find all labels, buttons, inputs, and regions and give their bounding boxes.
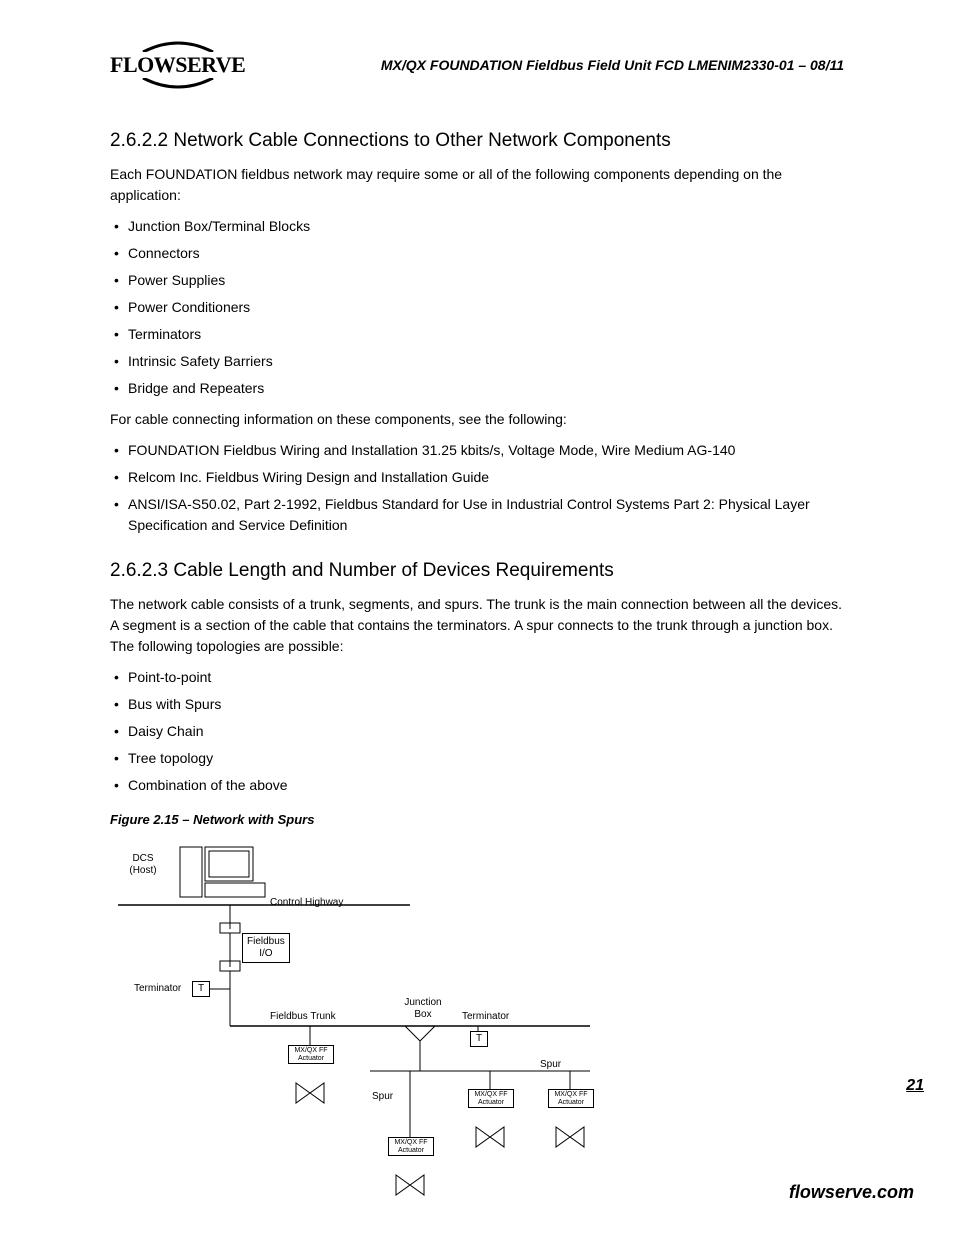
t-box-left: T	[192, 981, 210, 997]
page-header: FLOWSERVE MX/QX FOUNDATION Fieldbus Fiel…	[110, 40, 844, 90]
section1-intro: Each FOUNDATION fieldbus network may req…	[110, 164, 844, 206]
network-diagram: DCS (Host) Control Highway Fieldbus I/O …	[110, 841, 630, 1211]
actuator-box-2: MX/QX FFActuator	[468, 1089, 514, 1108]
list-item: Connectors	[128, 243, 844, 264]
dcs-label: DCS (Host)	[118, 853, 168, 877]
list-item: Bridge and Repeaters	[128, 378, 844, 399]
section-heading-2623: 2.6.2.3 Cable Length and Number of Devic…	[110, 560, 844, 582]
spur-label-1: Spur	[540, 1059, 561, 1071]
section-heading-2622: 2.6.2.2 Network Cable Connections to Oth…	[110, 130, 844, 152]
list-item: ANSI/ISA-S50.02, Part 2-1992, Fieldbus S…	[128, 494, 844, 536]
fieldbus-trunk-label: Fieldbus Trunk	[270, 1011, 336, 1023]
fieldbus-io-box: Fieldbus I/O	[242, 933, 290, 963]
document-title: MX/QX FOUNDATION Fieldbus Field Unit FCD…	[381, 57, 844, 73]
refs-intro: For cable connecting information on thes…	[110, 409, 844, 430]
actuator-box-4: MX/QX FFActuator	[388, 1137, 434, 1156]
list-item: Junction Box/Terminal Blocks	[128, 216, 844, 237]
list-item: Intrinsic Safety Barriers	[128, 351, 844, 372]
diagram-lines-icon	[110, 841, 630, 1211]
actuator-box-3: MX/QX FFActuator	[548, 1089, 594, 1108]
list-item: Bus with Spurs	[128, 694, 844, 715]
list-item: Relcom Inc. Fieldbus Wiring Design and I…	[128, 467, 844, 488]
junction-box-label: Junction Box	[398, 997, 448, 1021]
figure-caption: Figure 2.15 – Network with Spurs	[110, 812, 844, 827]
components-list: Junction Box/Terminal Blocks Connectors …	[110, 216, 844, 399]
list-item: Terminators	[128, 324, 844, 345]
refs-list: FOUNDATION Fieldbus Wiring and Installat…	[110, 440, 844, 536]
control-highway-label: Control Highway	[270, 897, 343, 909]
topologies-list: Point-to-point Bus with Spurs Daisy Chai…	[110, 667, 844, 796]
list-item: Combination of the above	[128, 775, 844, 796]
terminator-left-label: Terminator	[134, 983, 181, 995]
logo-arc-bottom-icon	[133, 78, 223, 90]
spur-label-2: Spur	[372, 1091, 393, 1103]
list-item: Power Conditioners	[128, 297, 844, 318]
footer-url: flowserve.com	[789, 1182, 914, 1203]
logo-arc-top-icon	[133, 40, 223, 52]
t-box-right: T	[470, 1031, 488, 1047]
terminator-right-label: Terminator	[462, 1011, 509, 1023]
list-item: FOUNDATION Fieldbus Wiring and Installat…	[128, 440, 844, 461]
section2-intro: The network cable consists of a trunk, s…	[110, 594, 844, 657]
list-item: Daisy Chain	[128, 721, 844, 742]
page-number: 21	[906, 1077, 924, 1095]
flowserve-logo: FLOWSERVE	[110, 40, 245, 90]
list-item: Point-to-point	[128, 667, 844, 688]
list-item: Tree topology	[128, 748, 844, 769]
actuator-box-1: MX/QX FFActuator	[288, 1045, 334, 1064]
logo-text: FLOWSERVE	[110, 52, 245, 77]
list-item: Power Supplies	[128, 270, 844, 291]
